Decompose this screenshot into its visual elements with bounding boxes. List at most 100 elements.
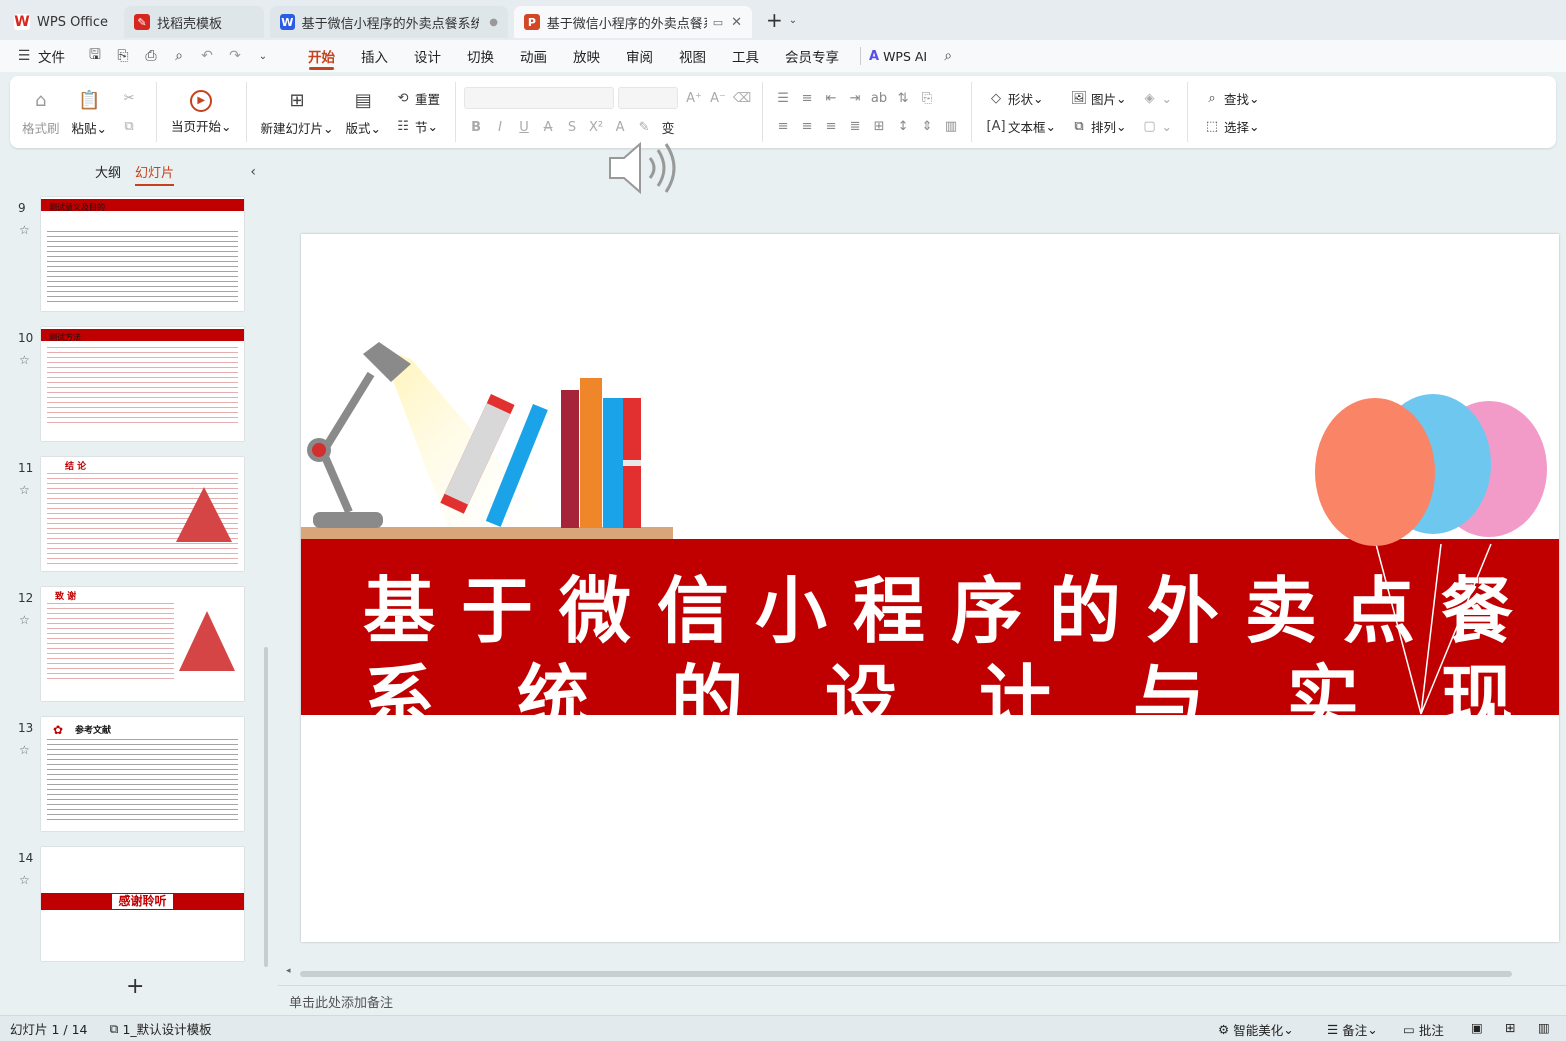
beautify-button[interactable]: ⚙ 智能美化 ⌄ — [1218, 1020, 1294, 1039]
column-icon[interactable]: ▥ — [939, 116, 963, 136]
underline-icon[interactable]: U — [512, 117, 536, 137]
numbered-list-icon[interactable]: ≡ — [795, 88, 819, 108]
tab-outline[interactable]: 大纲 — [95, 162, 121, 181]
menu-review[interactable]: 审阅 — [613, 40, 666, 72]
shadow-icon[interactable]: S — [560, 117, 584, 137]
undo-icon[interactable]: ↶ — [196, 45, 218, 67]
redo-icon[interactable]: ↷ — [224, 45, 246, 67]
format-painter-button[interactable]: ⌂ 格式刷 — [22, 88, 60, 137]
new-slide-button[interactable]: ⊞ 新建幻灯片⌄ — [261, 88, 334, 137]
layout-button[interactable]: ▤ 版式⌄ — [346, 88, 382, 137]
highlight-icon[interactable]: ✎ — [632, 117, 656, 137]
justify-icon[interactable]: ≣ — [843, 116, 867, 136]
select-button[interactable]: ⬚ 选择 ⌄ — [1200, 116, 1263, 136]
star-icon[interactable]: ☆ — [19, 743, 30, 757]
increase-indent-icon[interactable]: ⇥ — [843, 88, 867, 108]
export-icon[interactable]: ⎘ — [112, 45, 134, 67]
font-color-icon[interactable]: A — [608, 117, 632, 137]
tab-docer[interactable]: ✎ 找稻壳模板 — [124, 6, 265, 38]
sort-icon[interactable]: ⇅ — [891, 88, 915, 108]
tab-wps-office[interactable]: W WPS Office — [4, 6, 118, 38]
decrease-font-icon[interactable]: A⁻ — [706, 88, 730, 108]
new-tab-button[interactable]: + — [766, 8, 783, 32]
clear-format-icon[interactable]: ⌫ — [730, 88, 754, 108]
strikethrough-icon[interactable]: A — [536, 117, 560, 137]
picture-button[interactable]: 🖼 图片 ⌄ — [1067, 88, 1130, 108]
find-button[interactable]: ⌕ 查找 ⌄ — [1200, 88, 1263, 108]
current-slide[interactable]: 基于微信小程序的外卖点餐 系统的设计与实现 — [301, 234, 1559, 942]
para-spacing-icon[interactable]: ⇕ — [915, 116, 939, 136]
slide-thumbnail[interactable]: 11 ☆ 结 论 — [0, 457, 270, 571]
align-center-icon[interactable]: ≡ — [795, 116, 819, 136]
superscript-icon[interactable]: X² — [584, 117, 608, 137]
star-icon[interactable]: ☆ — [19, 873, 30, 887]
star-icon[interactable]: ☆ — [19, 223, 30, 237]
char-spacing-icon[interactable]: 变 — [656, 117, 680, 137]
wps-ai-button[interactable]: WPS AI — [883, 49, 927, 64]
notes-button[interactable]: ☰ 备注 ⌄ — [1327, 1020, 1378, 1039]
fill-button[interactable]: ◈ ⌄ — [1138, 88, 1175, 108]
textbox-button[interactable]: [A] 文本框 ⌄ — [984, 116, 1059, 136]
menu-animation[interactable]: 动画 — [507, 40, 560, 72]
decrease-indent-icon[interactable]: ⇤ — [819, 88, 843, 108]
add-slide-button[interactable]: + — [126, 974, 144, 999]
tab-word-doc[interactable]: W 基于微信小程序的外卖点餐系统的 ● — [270, 6, 509, 38]
align-left-icon[interactable]: ≡ — [771, 116, 795, 136]
slide-thumbnail[interactable]: 12 ☆ 致 谢 — [0, 587, 270, 701]
slide-thumbnail[interactable]: 14 ☆ 感谢聆听 — [0, 847, 270, 961]
bold-icon[interactable]: B — [464, 117, 488, 137]
arrange-button[interactable]: ⧉ 排列 ⌄ — [1067, 116, 1130, 136]
font-family-select[interactable] — [464, 87, 615, 109]
increase-font-icon[interactable]: A⁺ — [682, 88, 706, 108]
text-direction-icon[interactable]: ab — [867, 88, 891, 108]
horizontal-scrollbar[interactable] — [300, 971, 1512, 977]
notes-pane[interactable]: 单击此处添加备注 — [278, 985, 1566, 1015]
shape-button[interactable]: ◇ 形状 ⌄ — [984, 88, 1059, 108]
line-spacing-icon[interactable]: ↕ — [891, 116, 915, 136]
menu-tools[interactable]: 工具 — [719, 40, 772, 72]
template-indicator[interactable]: ⧉ 1_默认设计模板 — [110, 1019, 212, 1038]
bullet-list-icon[interactable]: ☰ — [771, 88, 795, 108]
paste-button[interactable]: 📋 粘贴⌄ — [72, 88, 108, 137]
print-icon[interactable]: ⎙ — [140, 45, 162, 67]
outline-button[interactable]: ▢ ⌄ — [1138, 116, 1175, 136]
search-icon[interactable]: ⌕ — [937, 45, 959, 67]
panel-scrollbar[interactable] — [264, 647, 268, 967]
slide-thumbnail[interactable]: 13 ☆ ✿ 参考文献 — [0, 717, 270, 831]
slide-thumbnail[interactable]: 10 ☆ 测试方法 — [0, 327, 270, 441]
star-icon[interactable]: ☆ — [19, 613, 30, 627]
menu-member[interactable]: 会员专享 — [772, 40, 852, 72]
section-button[interactable]: ☷ 节 ⌄ — [391, 116, 443, 136]
play-from-current-button[interactable]: ▶ 当页开始⌄ — [171, 89, 232, 135]
file-menu[interactable]: 文件 — [38, 46, 65, 66]
hamburger-menu-icon[interactable]: ☰ — [13, 45, 35, 67]
menu-view[interactable]: 视图 — [666, 40, 719, 72]
menu-transition[interactable]: 切换 — [454, 40, 507, 72]
menu-insert[interactable]: 插入 — [348, 40, 401, 72]
tab-ppt-doc[interactable]: P 基于微信小程序的外卖点餐系统 ▭ ✕ — [514, 6, 753, 38]
chevron-down-icon[interactable]: ⌄ — [789, 15, 797, 26]
normal-view-icon[interactable]: ▣ — [1471, 1020, 1483, 1035]
menu-home[interactable]: 开始 — [295, 40, 348, 72]
menu-design[interactable]: 设计 — [401, 40, 454, 72]
tab-slides[interactable]: 幻灯片 — [135, 162, 175, 186]
chevron-down-icon[interactable]: ⌄ — [252, 45, 274, 67]
close-icon[interactable]: ✕ — [731, 15, 742, 30]
reading-view-icon[interactable]: ▥ — [1538, 1020, 1550, 1035]
distribute-icon[interactable]: ⊞ — [867, 116, 891, 136]
italic-icon[interactable]: I — [488, 117, 512, 137]
font-size-select[interactable] — [618, 87, 679, 109]
reset-button[interactable]: ⟲ 重置 — [391, 88, 443, 108]
speaker-icon[interactable] — [606, 142, 682, 194]
slide-thumbnail[interactable]: 9 ☆ 测试意义及目的 — [0, 197, 270, 311]
collapse-panel-icon[interactable]: ‹ — [250, 164, 256, 180]
print-preview-icon[interactable]: ⌕ — [168, 45, 190, 67]
cut-button[interactable]: ✂ — [117, 88, 144, 108]
comments-button[interactable]: ▭ 批注 — [1403, 1020, 1444, 1039]
scroll-left-icon[interactable]: ◂ — [286, 966, 291, 976]
sorter-view-icon[interactable]: ⊞ — [1505, 1020, 1515, 1035]
convert-icon[interactable]: ⎘ — [915, 88, 939, 108]
star-icon[interactable]: ☆ — [19, 353, 30, 367]
copy-button[interactable]: ⧉ — [117, 116, 144, 136]
menu-slideshow[interactable]: 放映 — [560, 40, 613, 72]
